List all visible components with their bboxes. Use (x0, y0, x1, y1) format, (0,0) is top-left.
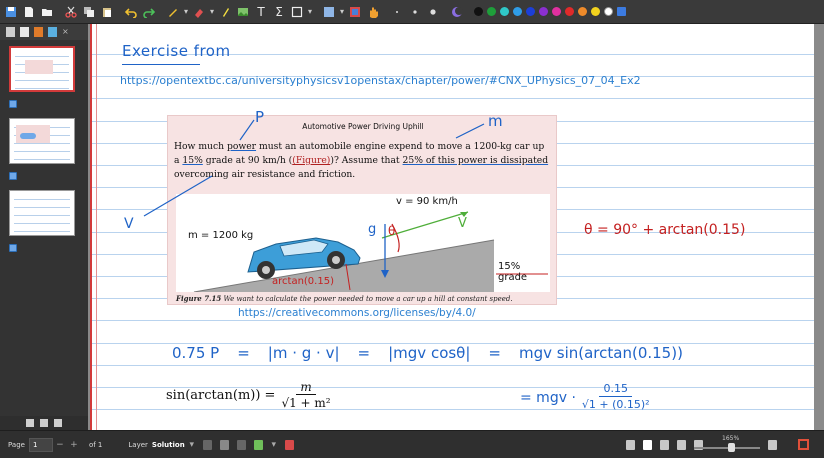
figure-caption: Figure 7.15 We want to calculate the pow… (176, 294, 513, 303)
math-icon[interactable]: Σ (272, 3, 286, 21)
sidebar-footer (0, 416, 88, 430)
hand-icon[interactable] (366, 3, 380, 21)
undo-icon[interactable] (124, 3, 138, 21)
rule-line (92, 320, 814, 321)
layer-down-icon[interactable] (236, 439, 246, 450)
continuous-view-icon[interactable] (660, 440, 669, 450)
pen-icon[interactable] (166, 3, 180, 21)
page-3-checkbox[interactable] (9, 244, 17, 252)
page-increment-button[interactable]: + (69, 440, 79, 450)
color-swatch-11[interactable] (604, 7, 614, 16)
image-icon[interactable] (236, 3, 250, 21)
zoom-control: 165% (692, 435, 768, 455)
page-number-input[interactable]: 1 (28, 437, 53, 452)
zoom-slider-handle[interactable] (728, 443, 735, 452)
open-folder-icon[interactable] (40, 3, 54, 21)
add-layer-icon[interactable] (253, 439, 263, 450)
paste-icon[interactable] (100, 3, 114, 21)
notebook-page[interactable]: Exercise from https://opentextbc.ca/univ… (90, 24, 814, 430)
theta-equation: θ = 90° + arctan(0.15) (584, 222, 746, 238)
color-swatch-9[interactable] (578, 7, 588, 16)
page-2-checkbox[interactable] (9, 172, 17, 180)
page-thumbnail-3[interactable] (9, 190, 75, 236)
mgv-fraction-equation: = mgv · 0.15 √1 + (0.15)² (520, 382, 650, 411)
page-up-icon[interactable] (26, 419, 34, 427)
stack-tab-icon[interactable] (34, 27, 43, 37)
zoom-slider-track[interactable] (694, 447, 760, 449)
shape-icon[interactable] (290, 3, 304, 21)
color-swatch-2[interactable] (487, 7, 497, 16)
insert-image-icon[interactable] (348, 3, 362, 21)
save-icon[interactable] (4, 3, 18, 21)
sidebar-tabs: × (0, 24, 88, 40)
fit-width-icon[interactable] (677, 440, 686, 450)
color-palette (474, 7, 630, 16)
page-decrement-button[interactable]: − (55, 440, 65, 450)
delete-page-icon[interactable] (54, 419, 62, 427)
layer-label: Layer (128, 440, 148, 449)
eraser-dropdown-icon[interactable]: ▾ (210, 7, 214, 16)
close-sidebar-icon[interactable]: × (62, 27, 69, 37)
color-swatch-7[interactable] (552, 7, 562, 16)
annotation-arrows (143, 119, 485, 217)
rule-line (92, 365, 814, 366)
page-1-checkbox[interactable] (9, 100, 17, 108)
status-bar: Page 1 − + of 1 Layer Solution ▾ ▾ 165% (0, 430, 824, 458)
dot-large-icon[interactable] (426, 3, 440, 21)
fullscreen-icon[interactable] (798, 439, 809, 450)
sin-arctan-identity: sin(arctan(m)) = m √1 + m² (166, 380, 331, 410)
layers-tab-icon[interactable] (20, 27, 29, 37)
pages-tab-icon[interactable] (6, 27, 15, 37)
tree-tab-icon[interactable] (48, 27, 57, 37)
select-dropdown-icon[interactable]: ▾ (340, 7, 344, 16)
copy-icon[interactable] (82, 3, 96, 21)
color-swatch-8[interactable] (565, 7, 575, 16)
layer-up-icon[interactable] (202, 439, 212, 450)
color-swatch-12[interactable] (617, 7, 627, 16)
page-label: Page (8, 440, 25, 449)
two-page-view-icon[interactable] (626, 440, 635, 450)
dot-medium-icon[interactable] (408, 3, 422, 21)
canvas-area: Exercise from https://opentextbc.ca/univ… (88, 24, 824, 430)
pen-dropdown-icon[interactable]: ▾ (184, 7, 188, 16)
redo-icon[interactable] (142, 3, 156, 21)
layer-stack-icon[interactable] (219, 439, 229, 450)
eraser-icon[interactable] (192, 3, 206, 21)
delete-layer-icon[interactable] (284, 439, 294, 450)
text-icon[interactable]: T (254, 3, 268, 21)
color-swatch-6[interactable] (539, 7, 549, 16)
color-swatch-4[interactable] (513, 7, 523, 16)
power-equation: 0.75 P = |m · g · v| = |mgv cosθ| = mgv sin(ar… (172, 344, 683, 362)
main-toolbar: ▾ ▾ T Σ ▾ ▾ (0, 0, 824, 24)
moon-icon[interactable] (450, 3, 464, 21)
select-icon[interactable] (322, 3, 336, 21)
single-page-view-icon[interactable] (643, 440, 652, 450)
new-page-icon[interactable] (22, 3, 36, 21)
zoom-fit-icon[interactable] (768, 440, 777, 450)
highlighter-icon[interactable] (218, 3, 232, 21)
shape-dropdown-icon[interactable]: ▾ (308, 7, 312, 16)
page-sidebar: × (0, 24, 88, 430)
zoom-level: 165% (722, 435, 740, 442)
license-url[interactable]: https://creativecommons.org/licenses/by/… (238, 307, 476, 319)
layer-dropdown-icon[interactable]: ▾ (187, 440, 197, 450)
cut-icon[interactable] (64, 3, 78, 21)
page-count-label: of 1 (88, 440, 103, 449)
color-swatch-5[interactable] (526, 7, 536, 16)
page-thumbnail-2[interactable] (9, 118, 75, 164)
page-thumbnail-1[interactable] (9, 46, 75, 92)
add-layer-dropdown-icon[interactable]: ▾ (269, 440, 279, 450)
color-swatch-10[interactable] (591, 7, 601, 16)
color-swatch-1[interactable] (474, 7, 484, 16)
app-window: ▾ ▾ T Σ ▾ ▾ × Exercise from https://open… (0, 0, 824, 458)
dot-small-icon[interactable] (390, 3, 404, 21)
duplicate-page-icon[interactable] (40, 419, 48, 427)
layer-value[interactable]: Solution (152, 441, 185, 449)
color-swatch-3[interactable] (500, 7, 510, 16)
